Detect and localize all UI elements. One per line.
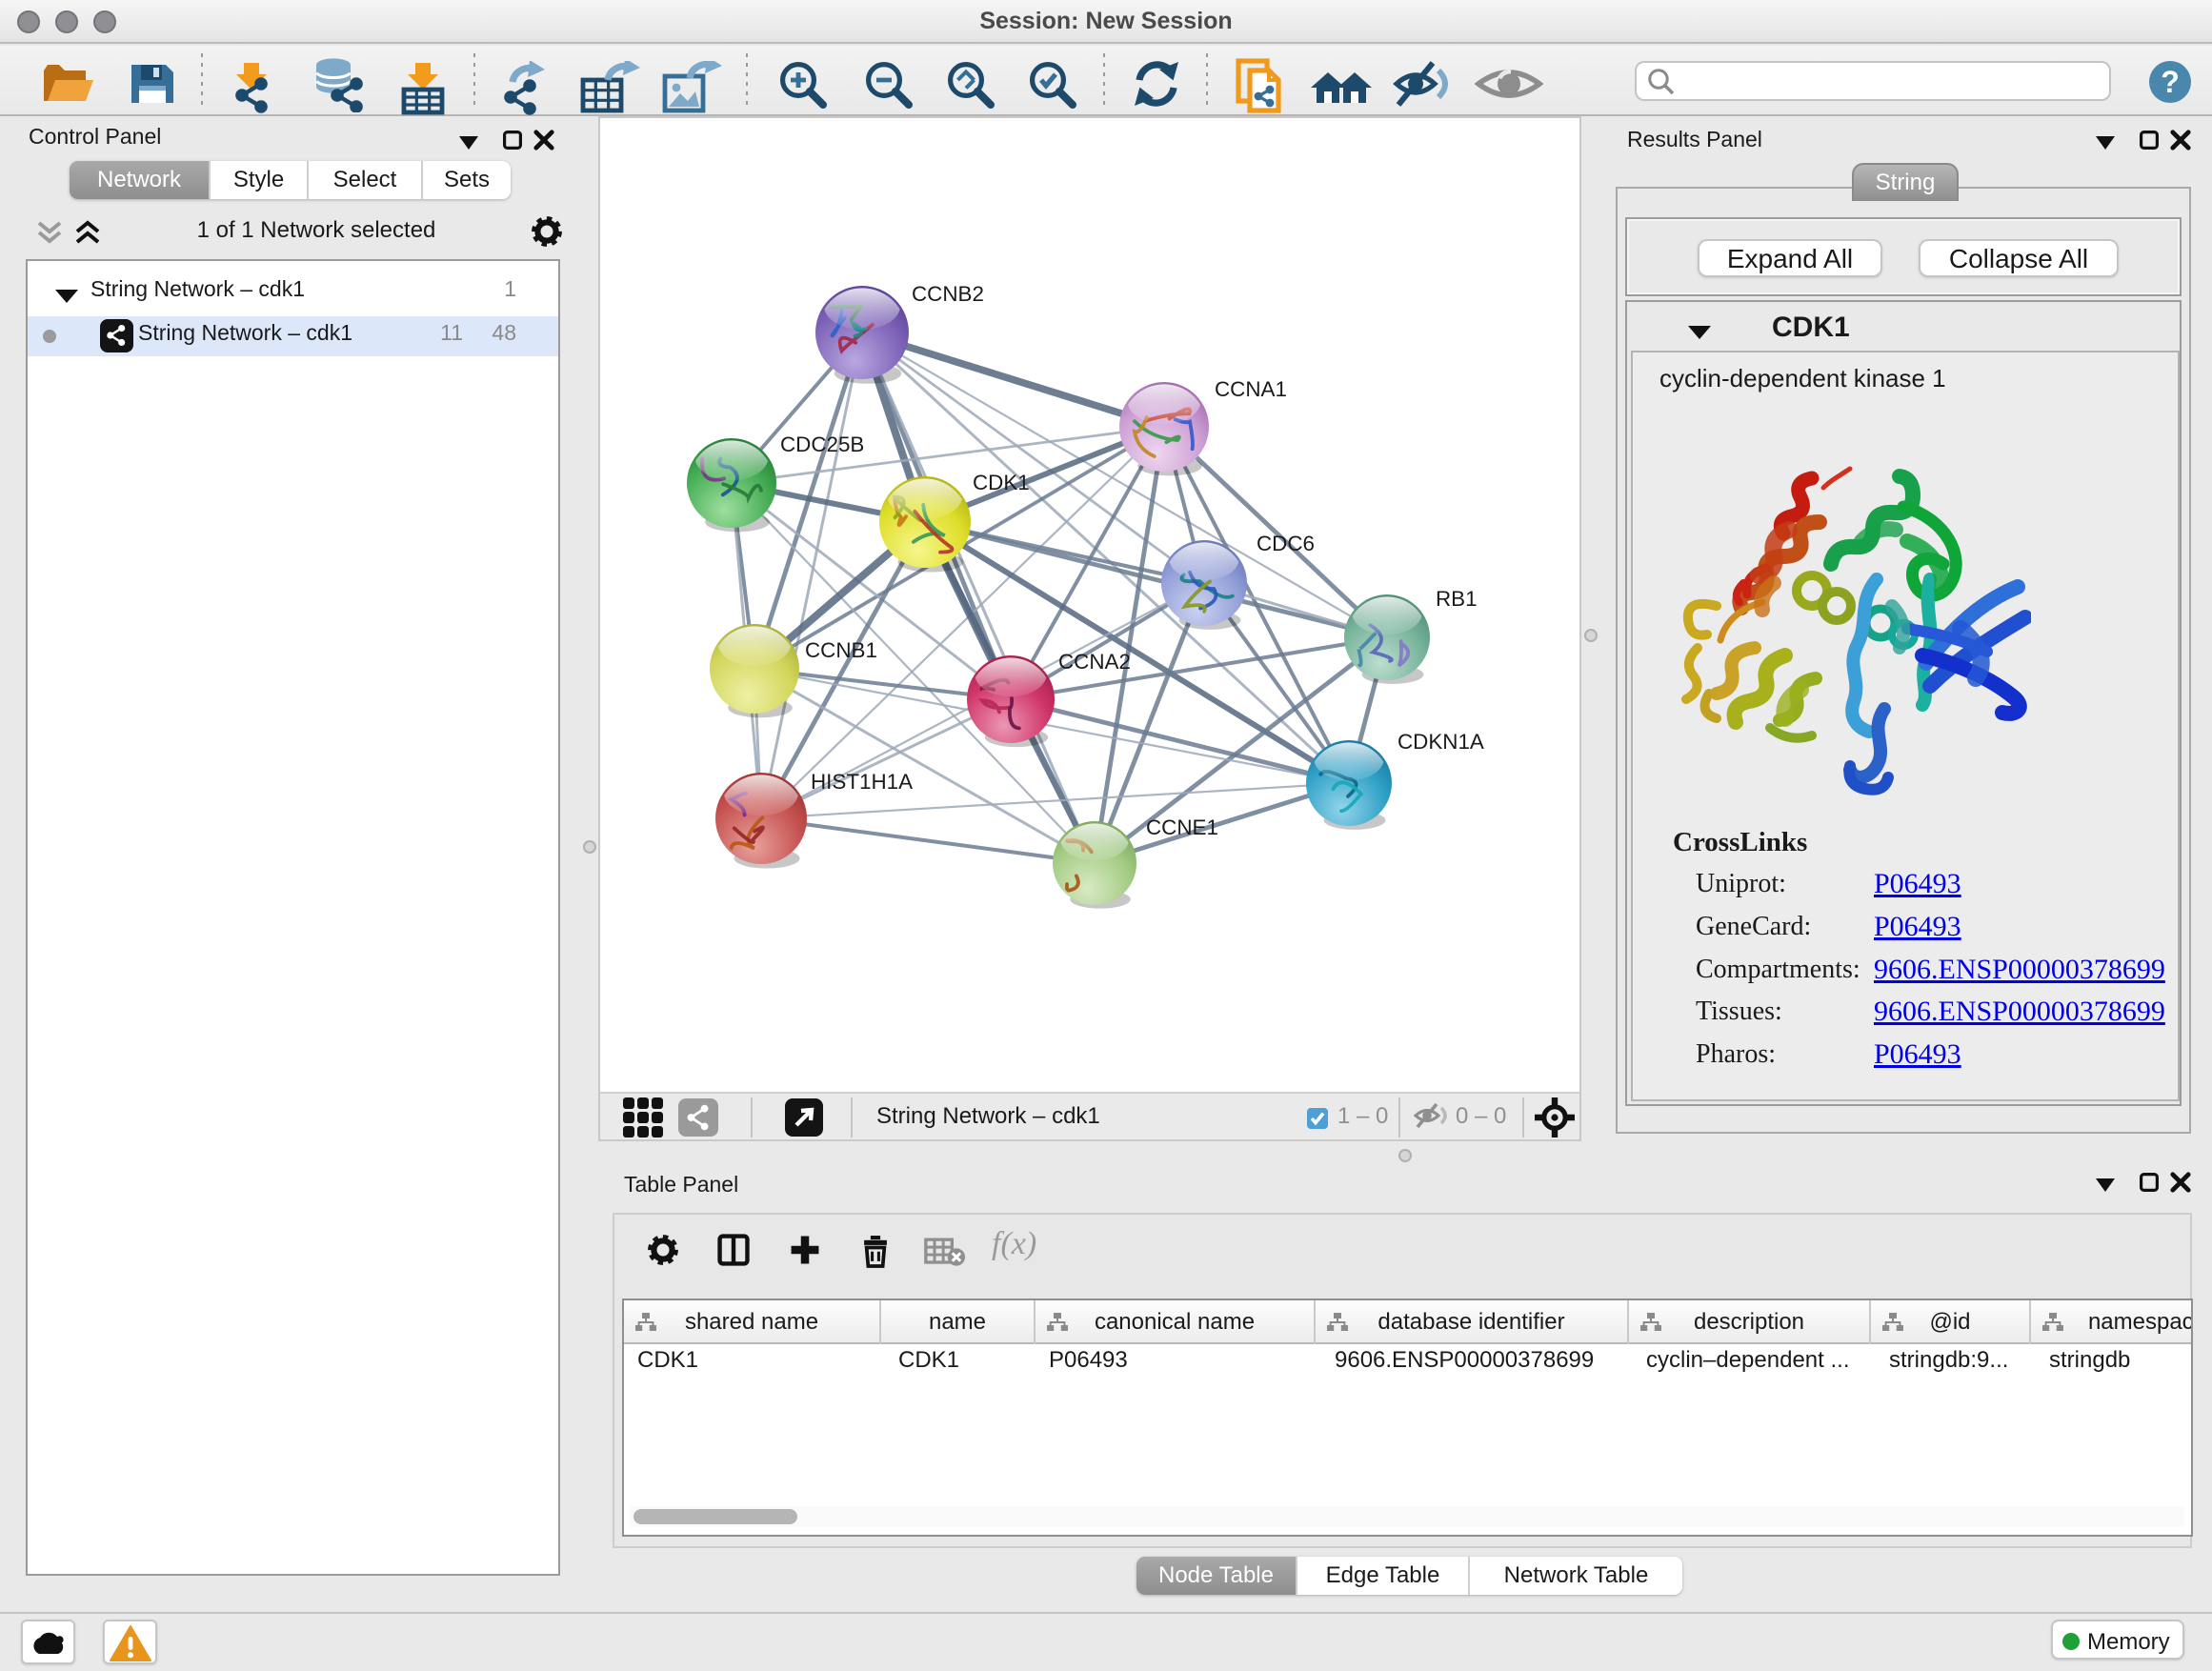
svg-text:CCNE1: CCNE1 — [1146, 815, 1218, 839]
svg-text:?: ? — [2161, 65, 2180, 99]
svg-text:CCNB1: CCNB1 — [805, 638, 877, 662]
svg-text:CDC6: CDC6 — [1257, 532, 1315, 555]
svg-text:RB1: RB1 — [1436, 587, 1478, 611]
svg-text:CDKN1A: CDKN1A — [1398, 730, 1484, 754]
svg-text:CCNA1: CCNA1 — [1215, 377, 1287, 401]
svg-text:CCNA2: CCNA2 — [1058, 650, 1131, 674]
svg-text:CCNB2: CCNB2 — [912, 282, 984, 306]
svg-text:CDC25B: CDC25B — [780, 433, 864, 456]
svg-text:HIST1H1A: HIST1H1A — [811, 770, 913, 794]
svg-text:CDK1: CDK1 — [973, 471, 1030, 494]
